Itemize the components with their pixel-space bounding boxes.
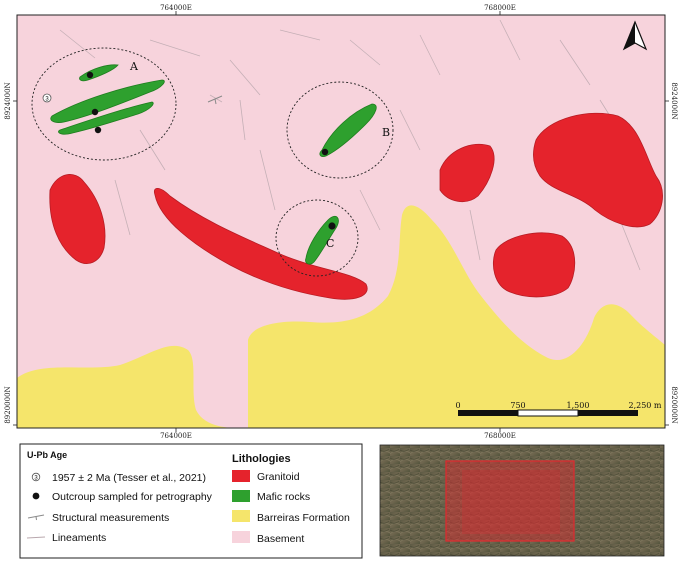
- satellite-inset: [379, 444, 665, 557]
- scale-tick-1: 750: [510, 401, 525, 410]
- site-label-b: B: [382, 126, 390, 139]
- grid-label-bottom-1: 768000E: [484, 432, 516, 440]
- site-label-c: C: [326, 237, 334, 250]
- grid-label-top-1: 768000E: [484, 4, 516, 12]
- legend-upb-item-dot: Outcroup sampled for petrography: [32, 491, 213, 503]
- legend-upb-label-0: 1957 ± 2 Ma (Tesser et al., 2021): [52, 472, 206, 484]
- legend-litho-item-mafic: Mafic rocks: [232, 490, 310, 503]
- grid-label-right-1: 8920000N: [670, 386, 678, 423]
- legend-litho-label-2: Barreiras Formation: [257, 512, 350, 524]
- scale-tick-2: 1,500: [567, 401, 590, 410]
- legend-litho-item-basement: Basement: [232, 531, 304, 545]
- legend-litho-label-0: Granitoid: [257, 471, 300, 483]
- legend-upb-label-3: Lineaments: [52, 532, 106, 544]
- site-label-a: A: [129, 60, 139, 73]
- legend-upb-label-2: Structural measurements: [52, 512, 169, 524]
- granitoid-southeast: [493, 232, 576, 298]
- mafic-swatch: [232, 490, 250, 502]
- legend-upb-item-age: 3 1957 ± 2 Ma (Tesser et al., 2021): [31, 472, 206, 484]
- legend-litho-label-3: Basement: [257, 533, 304, 545]
- legend: U-Pb Age 3 1957 ± 2 Ma (Tesser et al., 2…: [19, 443, 363, 559]
- scale-tick-0: 0: [455, 401, 460, 410]
- barreiras-swatch: [232, 510, 250, 522]
- grid-label-right-0: 8924000N: [670, 82, 678, 119]
- map-figure: 3 A B C 0 750 1,500 2,250 m 764000E 7680…: [4, 4, 678, 559]
- legend-litho-label-1: Mafic rocks: [257, 491, 310, 503]
- legend-litho-item-granitoid: Granitoid: [232, 470, 300, 483]
- map-panel: 3 A B C 0 750 1,500 2,250 m: [16, 14, 666, 429]
- grid-label-left-0: 8924000N: [4, 82, 12, 119]
- granitoid-swatch: [232, 470, 250, 482]
- grid-label-left-1: 8920000N: [4, 386, 12, 423]
- upb-age-marker: 3: [42, 93, 52, 103]
- grid-label-top-0: 764000E: [160, 4, 192, 12]
- legend-litho-title: Lithologies: [232, 453, 291, 465]
- grid-label-bottom-0: 764000E: [160, 432, 192, 440]
- legend-upb-title: U-Pb Age: [27, 450, 67, 460]
- scale-tick-3: 2,250 m: [628, 401, 661, 410]
- legend-litho-item-barreiras: Barreiras Formation: [232, 510, 350, 524]
- black-dot-icon: [32, 492, 40, 500]
- legend-upb-label-1: Outcroup sampled for petrography: [52, 491, 213, 503]
- basement-swatch: [232, 531, 250, 543]
